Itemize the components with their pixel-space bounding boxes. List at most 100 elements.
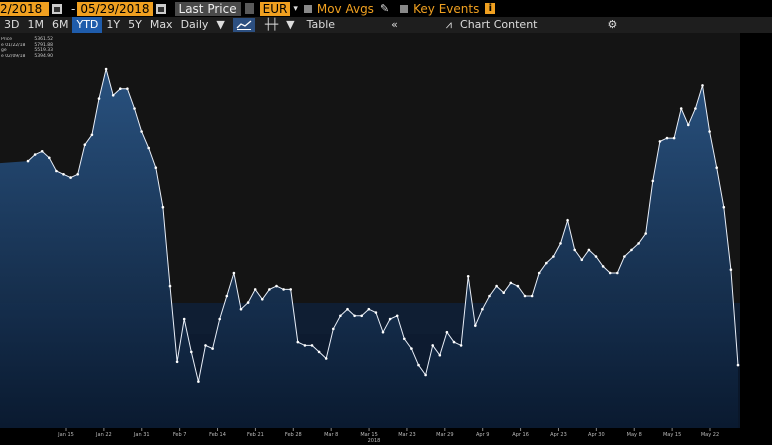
- chart-legend: Price 5361.52 e 01/22/18 5791.88 ge 5519.33…: [1, 37, 53, 59]
- x-tick-label: Jan 15: [57, 432, 74, 438]
- data-point: [119, 87, 122, 90]
- settings-icon[interactable]: ⚙: [604, 17, 622, 33]
- period-max-button[interactable]: Max: [146, 17, 177, 33]
- mov-avgs-checkbox[interactable]: [303, 4, 312, 13]
- data-point: [204, 344, 207, 347]
- data-point: [410, 347, 413, 350]
- data-point: [111, 94, 115, 97]
- chevron-down-icon[interactable]: ▾: [293, 4, 298, 14]
- x-tick-label: Mar 8: [324, 432, 338, 438]
- data-point: [630, 248, 633, 252]
- data-point: [658, 140, 662, 143]
- right-margin: [740, 33, 772, 445]
- period-5y-button[interactable]: 5Y: [124, 17, 146, 33]
- data-point: [672, 136, 676, 140]
- data-point: [424, 373, 427, 377]
- x-tick-label: May 15: [663, 432, 681, 438]
- data-point: [275, 284, 278, 288]
- chevron-down-icon[interactable]: ▼: [212, 17, 228, 33]
- data-point: [211, 347, 214, 350]
- data-point: [502, 291, 506, 295]
- candlestick-icon[interactable]: ┼┼: [261, 17, 282, 33]
- data-point: [523, 294, 527, 298]
- data-point: [701, 84, 704, 87]
- pencil-icon[interactable]: ✎: [380, 2, 389, 15]
- data-point: [687, 123, 690, 127]
- chevron-down-icon[interactable]: ▼: [282, 17, 298, 33]
- data-point: [495, 284, 498, 288]
- date-range-dash: -: [71, 1, 76, 16]
- dropdown-arrow-icon[interactable]: [244, 3, 254, 14]
- data-point: [310, 344, 314, 347]
- calendar-icon[interactable]: [52, 3, 62, 14]
- data-point: [552, 255, 555, 258]
- data-point: [694, 107, 697, 110]
- chart-content-icon[interactable]: ⩘: [442, 17, 456, 33]
- data-point: [537, 271, 541, 275]
- data-point: [26, 159, 30, 163]
- x-tick-label: May 8: [627, 432, 642, 438]
- collapse-icon[interactable]: «: [387, 17, 402, 33]
- data-point: [332, 327, 335, 331]
- price-field-select[interactable]: Last Price: [174, 1, 241, 16]
- x-tick-label: Jan 31: [133, 432, 150, 438]
- data-point: [317, 350, 321, 354]
- data-point: [40, 150, 44, 153]
- data-point: [623, 255, 626, 258]
- data-point: [239, 307, 243, 311]
- line-chart-icon[interactable]: [232, 18, 255, 32]
- frequency-select[interactable]: Daily: [177, 17, 213, 33]
- calendar-icon[interactable]: [155, 3, 166, 14]
- data-point: [83, 143, 87, 146]
- data-point: [559, 242, 562, 245]
- data-point: [403, 337, 406, 341]
- period-3d-button[interactable]: 3D: [0, 17, 23, 33]
- start-date-field[interactable]: 2/2018: [0, 1, 49, 16]
- period-6m-button[interactable]: 6M: [48, 17, 73, 33]
- period-ytd-button[interactable]: YTD: [72, 17, 103, 33]
- data-point: [62, 173, 65, 176]
- data-point: [90, 133, 94, 137]
- data-point: [346, 307, 349, 311]
- info-icon[interactable]: i: [485, 3, 496, 14]
- key-events-checkbox[interactable]: [400, 4, 409, 13]
- period-1m-button[interactable]: 1M: [23, 17, 48, 33]
- chart-content-button[interactable]: Chart Content: [456, 17, 541, 33]
- x-tick-label: Feb 21: [247, 432, 264, 438]
- data-point: [715, 166, 718, 169]
- end-date-field[interactable]: 05/29/2018: [77, 1, 153, 16]
- data-point: [417, 363, 420, 367]
- data-point: [438, 353, 442, 357]
- currency-select[interactable]: EUR: [259, 1, 291, 16]
- x-axis-strip: [0, 428, 772, 445]
- x-tick-label: Mar 29: [436, 432, 453, 438]
- key-events-label[interactable]: Key Events: [413, 2, 479, 16]
- data-point: [225, 294, 229, 298]
- data-point: [268, 288, 271, 291]
- mov-avgs-label[interactable]: Mov Avgs: [317, 2, 374, 16]
- data-point: [324, 357, 328, 360]
- data-point: [509, 281, 513, 285]
- period-1y-button[interactable]: 1Y: [102, 17, 124, 33]
- x-tick-label: Mar 23: [398, 432, 415, 438]
- price-chart[interactable]: Jan 15 Jan 22 Jan 31 Feb 7 Feb 14 Feb 21 Feb 2…: [0, 33, 772, 445]
- data-point: [573, 248, 576, 252]
- x-tick-label: Feb 28: [285, 432, 302, 438]
- data-point: [48, 156, 51, 160]
- data-point: [452, 340, 456, 344]
- data-point: [261, 298, 264, 301]
- table-button[interactable]: Table: [303, 17, 339, 33]
- data-point: [161, 205, 165, 209]
- data-point: [218, 317, 221, 321]
- data-point: [360, 314, 364, 318]
- data-point: [374, 311, 378, 314]
- data-point: [76, 173, 79, 176]
- data-point: [481, 307, 484, 311]
- data-point: [246, 301, 250, 304]
- data-point: [253, 288, 257, 291]
- data-point: [126, 87, 129, 90]
- data-point: [445, 330, 449, 334]
- data-point: [530, 294, 534, 298]
- data-point: [488, 294, 491, 298]
- data-point: [474, 324, 477, 327]
